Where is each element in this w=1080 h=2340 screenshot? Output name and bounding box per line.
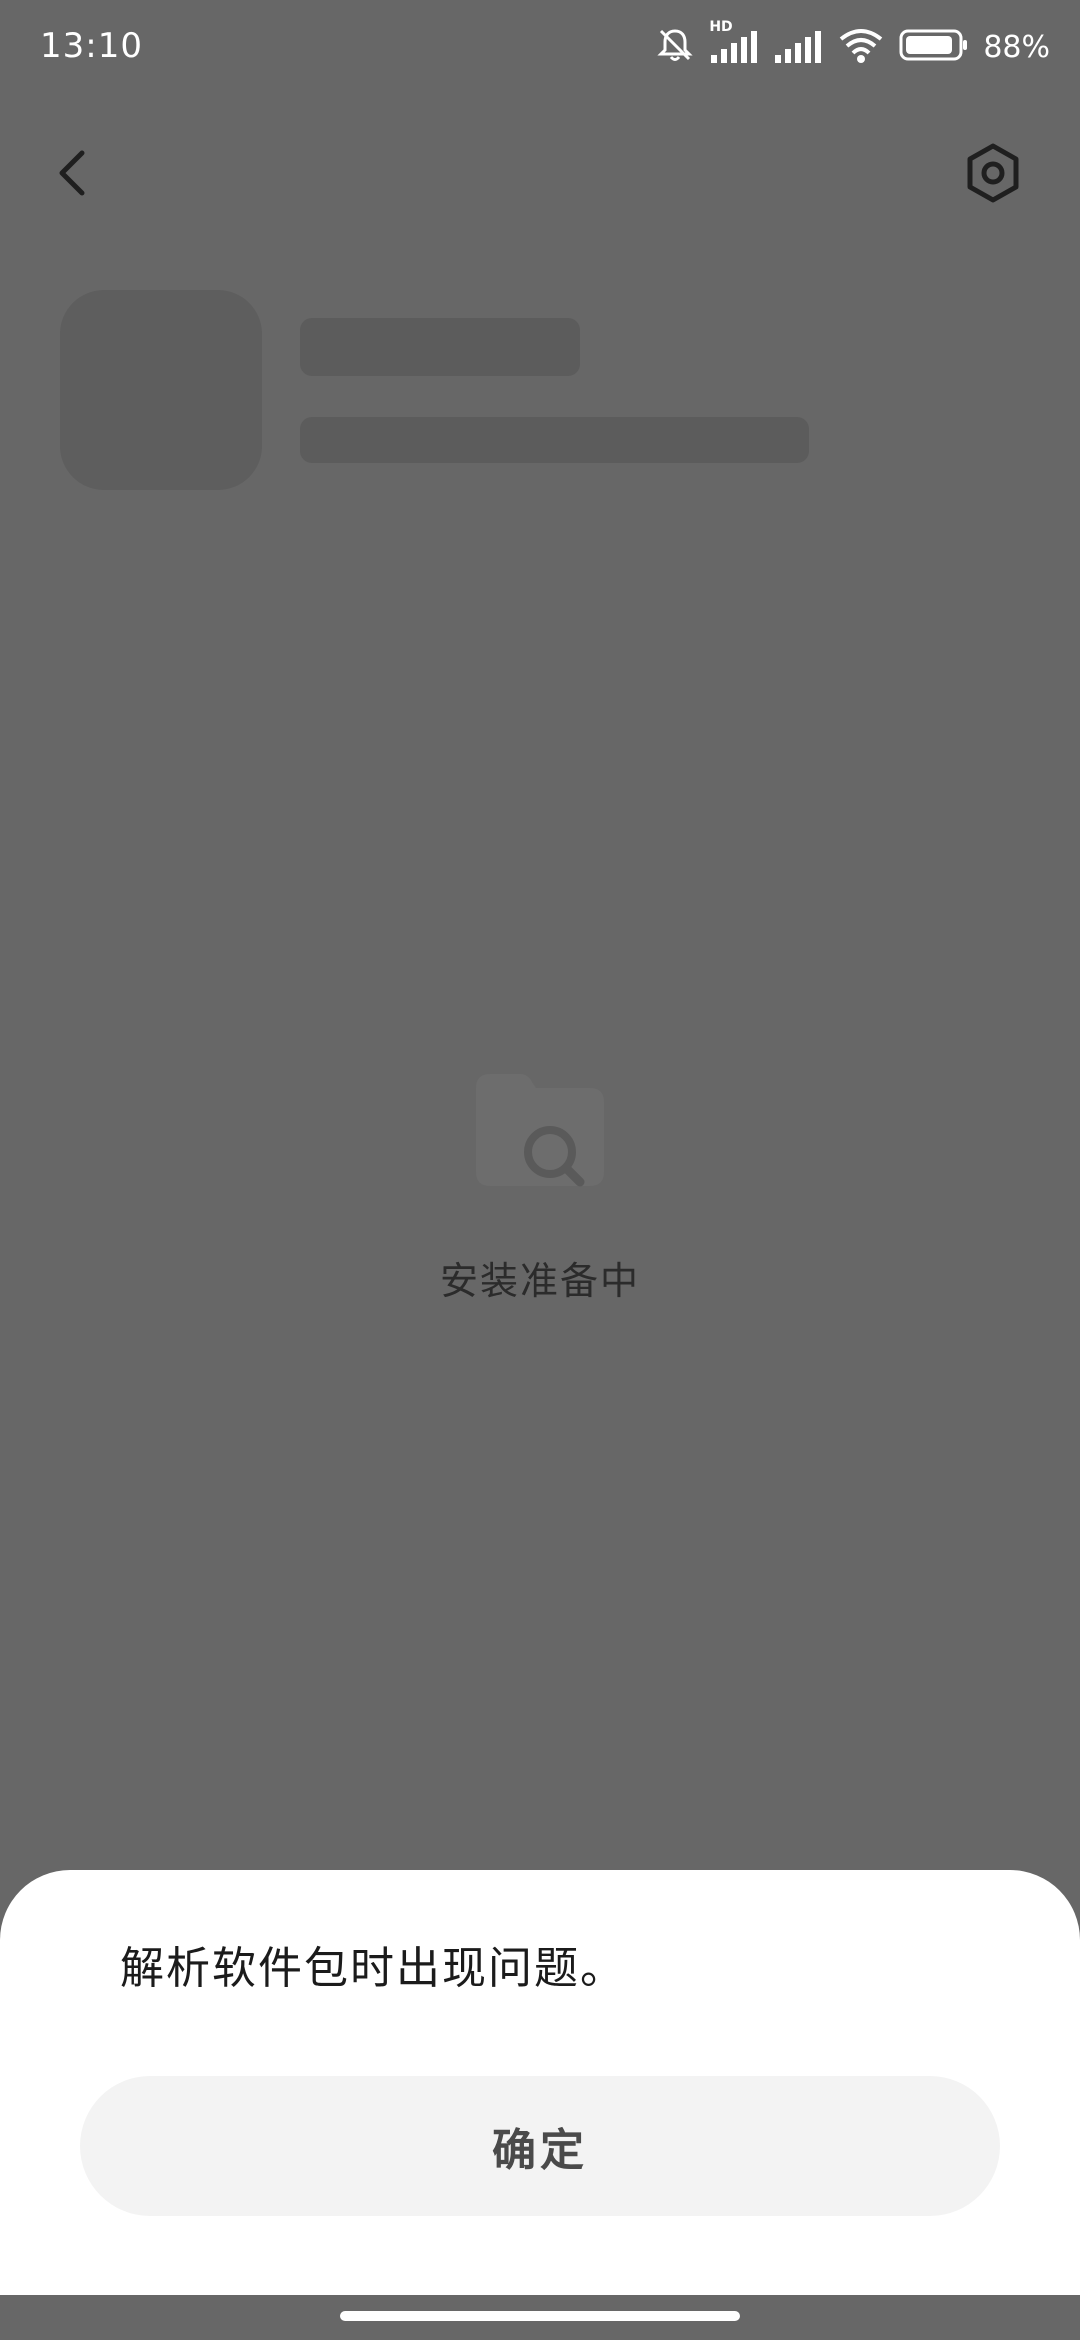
install-status-text: 安装准备中 [439, 1259, 640, 1303]
back-button[interactable] [28, 130, 118, 220]
status-bar: 13:10 HD 88% [0, 0, 1080, 100]
error-dialog: 解析软件包时出现问题。 确定 [0, 1870, 1080, 2295]
status-icons: HD 88% [655, 19, 1050, 72]
hexagon-settings-icon [961, 141, 1025, 209]
chevron-left-icon [48, 143, 98, 207]
app-name-placeholder [300, 318, 580, 376]
settings-button[interactable] [948, 130, 1038, 220]
battery-percent: 88% [983, 29, 1050, 65]
signal-icon: HD [709, 19, 759, 69]
confirm-button[interactable]: 确定 [80, 2076, 1000, 2216]
hd-badge: HD [709, 19, 733, 35]
bell-off-icon [655, 25, 695, 69]
navigation-bar [0, 2295, 1080, 2340]
home-indicator[interactable] [340, 2311, 740, 2321]
app-icon-placeholder [60, 290, 262, 490]
status-time: 13:10 [40, 26, 143, 66]
battery-icon [899, 27, 969, 67]
wifi-icon [837, 25, 885, 69]
app-info-placeholder [300, 417, 809, 463]
signal-icon [773, 25, 823, 69]
dialog-message: 解析软件包时出现问题。 [120, 1943, 626, 1994]
folder-search-icon [470, 1068, 610, 1198]
